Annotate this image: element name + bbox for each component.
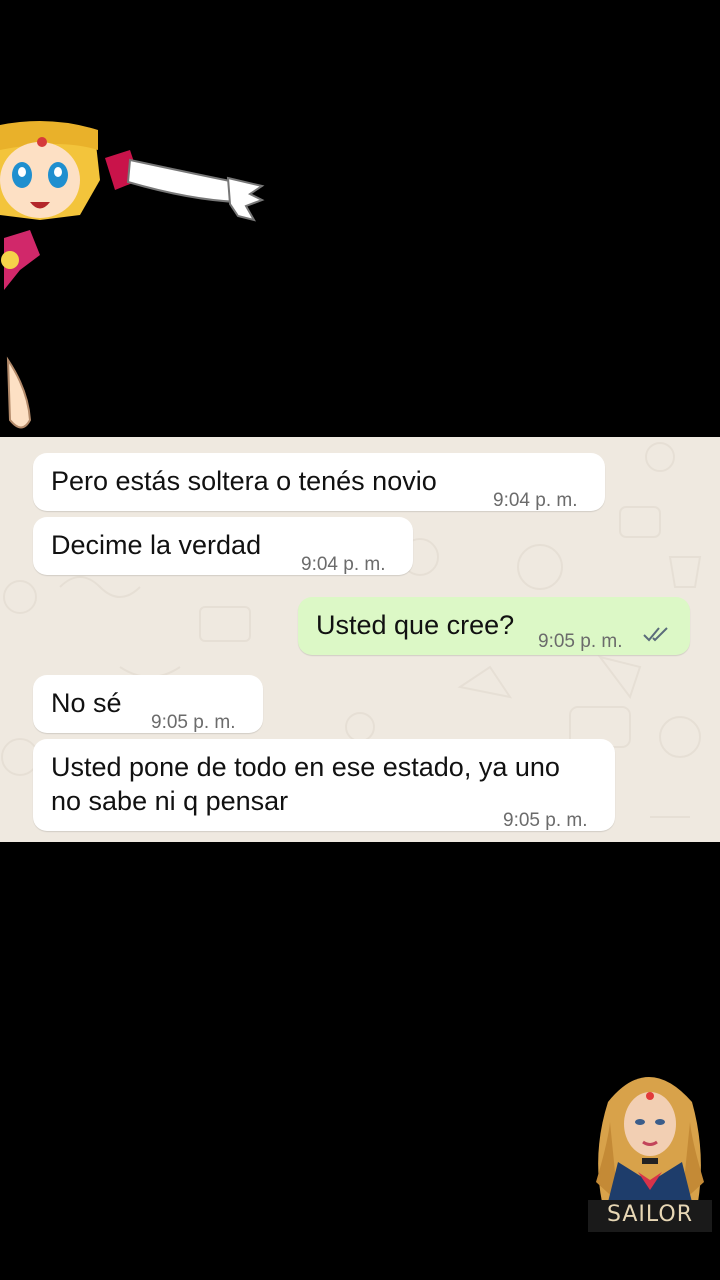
video-frame: Pero estás soltera o tenés novio 9:04 p.…	[0, 0, 720, 1280]
message-time: 9:05 p. m.	[538, 631, 623, 652]
message-bubble-incoming[interactable]: Pero estás soltera o tenés novio 9:04 p.…	[33, 453, 605, 511]
anime-sticker-icon	[0, 121, 265, 429]
chat-screenshot: Pero estás soltera o tenés novio 9:04 p.…	[0, 437, 720, 842]
message-bubble-incoming[interactable]: No sé 9:05 p. m.	[33, 675, 263, 733]
message-time: 9:04 p. m.	[493, 490, 578, 511]
message-text: Usted que cree?	[316, 610, 515, 640]
avatar-watermark: SAILOR	[588, 1062, 712, 1232]
message-text: Decime la verdad	[51, 530, 262, 560]
message-bubble-outgoing[interactable]: Usted que cree? 9:05 p. m.	[298, 597, 690, 655]
message-bubble-incoming[interactable]: Decime la verdad 9:04 p. m.	[33, 517, 413, 575]
message-time: 9:05 p. m.	[503, 810, 588, 831]
message-time: 9:04 p. m.	[301, 554, 386, 575]
message-text-line-1: Usted pone de todo en ese estado, ya uno	[51, 752, 560, 782]
message-text-line-2: no sabe ni q pensar	[51, 786, 289, 816]
watermark-label: SAILOR	[607, 1202, 693, 1227]
message-text: No sé	[51, 688, 122, 718]
double-check-icon	[643, 627, 668, 642]
message-time: 9:05 p. m.	[151, 712, 236, 733]
message-text: Pero estás soltera o tenés novio	[51, 466, 437, 496]
message-bubble-incoming[interactable]: Usted pone de todo en ese estado, ya uno…	[33, 739, 615, 831]
